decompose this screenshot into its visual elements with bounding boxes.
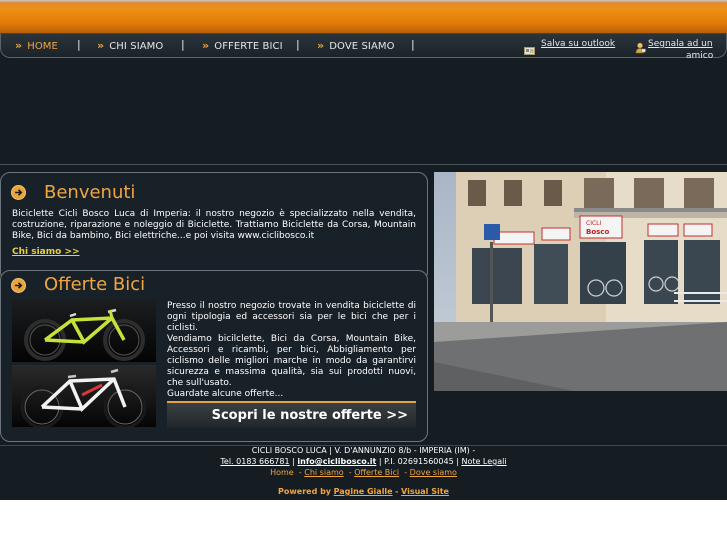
svg-text:Bosco: Bosco bbox=[586, 228, 609, 236]
footer-tel-link[interactable]: Tel. 0183 666781 bbox=[220, 457, 289, 466]
banner-area bbox=[0, 58, 727, 164]
nav-separator: | bbox=[181, 38, 185, 51]
nav-item-offerte-bici[interactable]: » OFFERTE BICI bbox=[202, 39, 283, 52]
save-outlook-link[interactable]: Salva su outlook bbox=[541, 39, 615, 49]
nav-item-dove-siamo[interactable]: » DOVE SIAMO bbox=[317, 39, 395, 52]
outlook-card-icon[interactable] bbox=[524, 40, 535, 59]
nav-item-chi-siamo[interactable]: » CHI SIAMO bbox=[97, 39, 163, 52]
discover-offers-button[interactable]: Scopri le nostre offerte >> bbox=[167, 401, 416, 428]
nav-item-label: DOVE SIAMO bbox=[329, 41, 395, 52]
nav-separator: | bbox=[411, 38, 415, 51]
welcome-title: Benvenuti bbox=[44, 182, 136, 203]
nav-item-home[interactable]: » HOME bbox=[15, 39, 58, 52]
footer-legal-link[interactable]: Note Legali bbox=[461, 457, 506, 466]
footer-dash: - bbox=[395, 487, 399, 496]
footer-powered: Powered by Pagine Gialle - Visual Site bbox=[0, 487, 727, 496]
offers-text-content: Presso il nostro negozio trovate in vend… bbox=[167, 301, 416, 399]
divider bbox=[0, 164, 727, 165]
footer-email-link[interactable]: info@ciclibosco.it bbox=[297, 457, 376, 466]
chevron-right-icon: » bbox=[15, 39, 23, 52]
arrow-circle-icon bbox=[11, 278, 26, 293]
footer-link-offerte-bici[interactable]: Offerte Bici bbox=[354, 468, 399, 477]
chevron-right-icon: » bbox=[317, 39, 325, 52]
chevron-right-icon: » bbox=[97, 39, 105, 52]
nav-item-label: CHI SIAMO bbox=[109, 41, 164, 52]
header-stripe bbox=[0, 0, 727, 34]
nav-item-label: HOME bbox=[27, 41, 58, 52]
offers-text: Presso il nostro negozio trovate in vend… bbox=[167, 301, 416, 400]
main-nav: » HOME | » CHI SIAMO | » OFFERTE BICI | » DO… bbox=[0, 33, 727, 61]
nav-separator: | bbox=[296, 38, 300, 51]
recommend-friend-link[interactable]: Segnala ad un bbox=[648, 39, 713, 49]
road-bike-image bbox=[12, 365, 156, 427]
footer-link-dove-siamo[interactable]: Dove siamo bbox=[410, 468, 457, 477]
recommend-user-icon[interactable] bbox=[635, 39, 646, 58]
welcome-text: Biciclette Cicli Bosco Luca di Imperia: … bbox=[12, 209, 416, 241]
footer-dash: - bbox=[296, 468, 302, 477]
footer-powered-label: Powered by bbox=[278, 487, 332, 496]
footer-pipe: | bbox=[292, 457, 295, 466]
shop-photo: CICLI Bosco bbox=[434, 172, 727, 391]
footer-contacts: Tel. 0183 666781 | info@ciclibosco.it | … bbox=[0, 457, 727, 466]
offers-title: Offerte Bici bbox=[44, 274, 146, 295]
footer-link-home[interactable]: Home bbox=[270, 468, 294, 477]
footer-address: CICLI BOSCO LUCA | V. D'ANNUNZIO 8/b - I… bbox=[251, 446, 476, 455]
chevron-right-icon: » bbox=[202, 39, 210, 52]
page: » HOME | » CHI SIAMO | » OFFERTE BICI | » DO… bbox=[0, 0, 727, 545]
footer-piva: | P.I. 02691560045 | bbox=[378, 457, 459, 466]
nav-item-label: OFFERTE BICI bbox=[214, 41, 283, 52]
arrow-circle-icon bbox=[11, 185, 26, 200]
site-container: » HOME | » CHI SIAMO | » OFFERTE BICI | » DO… bbox=[0, 0, 727, 500]
nav-separator: | bbox=[77, 38, 81, 51]
mountain-bike-image bbox=[12, 300, 156, 362]
shop-sign-text: CICLI bbox=[586, 220, 601, 227]
footer-visual-site-link[interactable]: Visual Site bbox=[401, 487, 449, 496]
chi-siamo-link[interactable]: Chi siamo >> bbox=[12, 247, 80, 257]
footer-dash: - bbox=[346, 468, 352, 477]
footer-pagine-gialle-link[interactable]: Pagine Gialle bbox=[334, 487, 393, 496]
footer-dash: - bbox=[401, 468, 408, 477]
footer-nav: Home - Chi siamo - Offerte Bici - Dove s… bbox=[0, 468, 727, 477]
footer-link-chi-siamo[interactable]: Chi siamo bbox=[304, 468, 343, 477]
